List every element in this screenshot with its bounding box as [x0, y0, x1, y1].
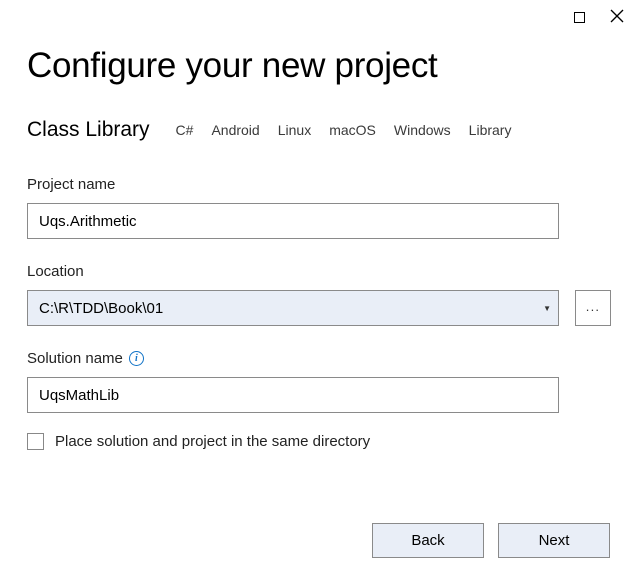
location-label: Location — [27, 263, 614, 280]
template-name: Class Library — [27, 118, 150, 142]
template-row: Class Library C# Android Linux macOS Win… — [27, 118, 614, 142]
same-directory-checkbox[interactable] — [27, 433, 44, 450]
project-name-label: Project name — [27, 176, 614, 193]
maximize-icon — [574, 12, 585, 23]
maximize-button[interactable] — [572, 10, 586, 24]
tag-csharp: C# — [174, 122, 196, 138]
project-name-input[interactable] — [27, 203, 559, 239]
browse-button[interactable]: ... — [575, 290, 611, 326]
same-directory-label: Place solution and project in the same d… — [55, 433, 370, 450]
next-button[interactable]: Next — [498, 523, 610, 558]
tag-windows: Windows — [392, 122, 453, 138]
location-input[interactable] — [27, 290, 559, 326]
tag-library: Library — [467, 122, 514, 138]
info-icon[interactable]: i — [129, 351, 144, 366]
close-icon — [610, 9, 624, 26]
close-button[interactable] — [610, 10, 624, 24]
tag-android: Android — [209, 122, 261, 138]
back-button[interactable]: Back — [372, 523, 484, 558]
tag-macos: macOS — [327, 122, 378, 138]
solution-name-label: Solution name i — [27, 350, 614, 367]
tag-linux: Linux — [276, 122, 313, 138]
titlebar — [27, 10, 624, 24]
page-title: Configure your new project — [27, 46, 614, 86]
solution-name-input[interactable] — [27, 377, 559, 413]
solution-name-label-text: Solution name — [27, 350, 123, 367]
